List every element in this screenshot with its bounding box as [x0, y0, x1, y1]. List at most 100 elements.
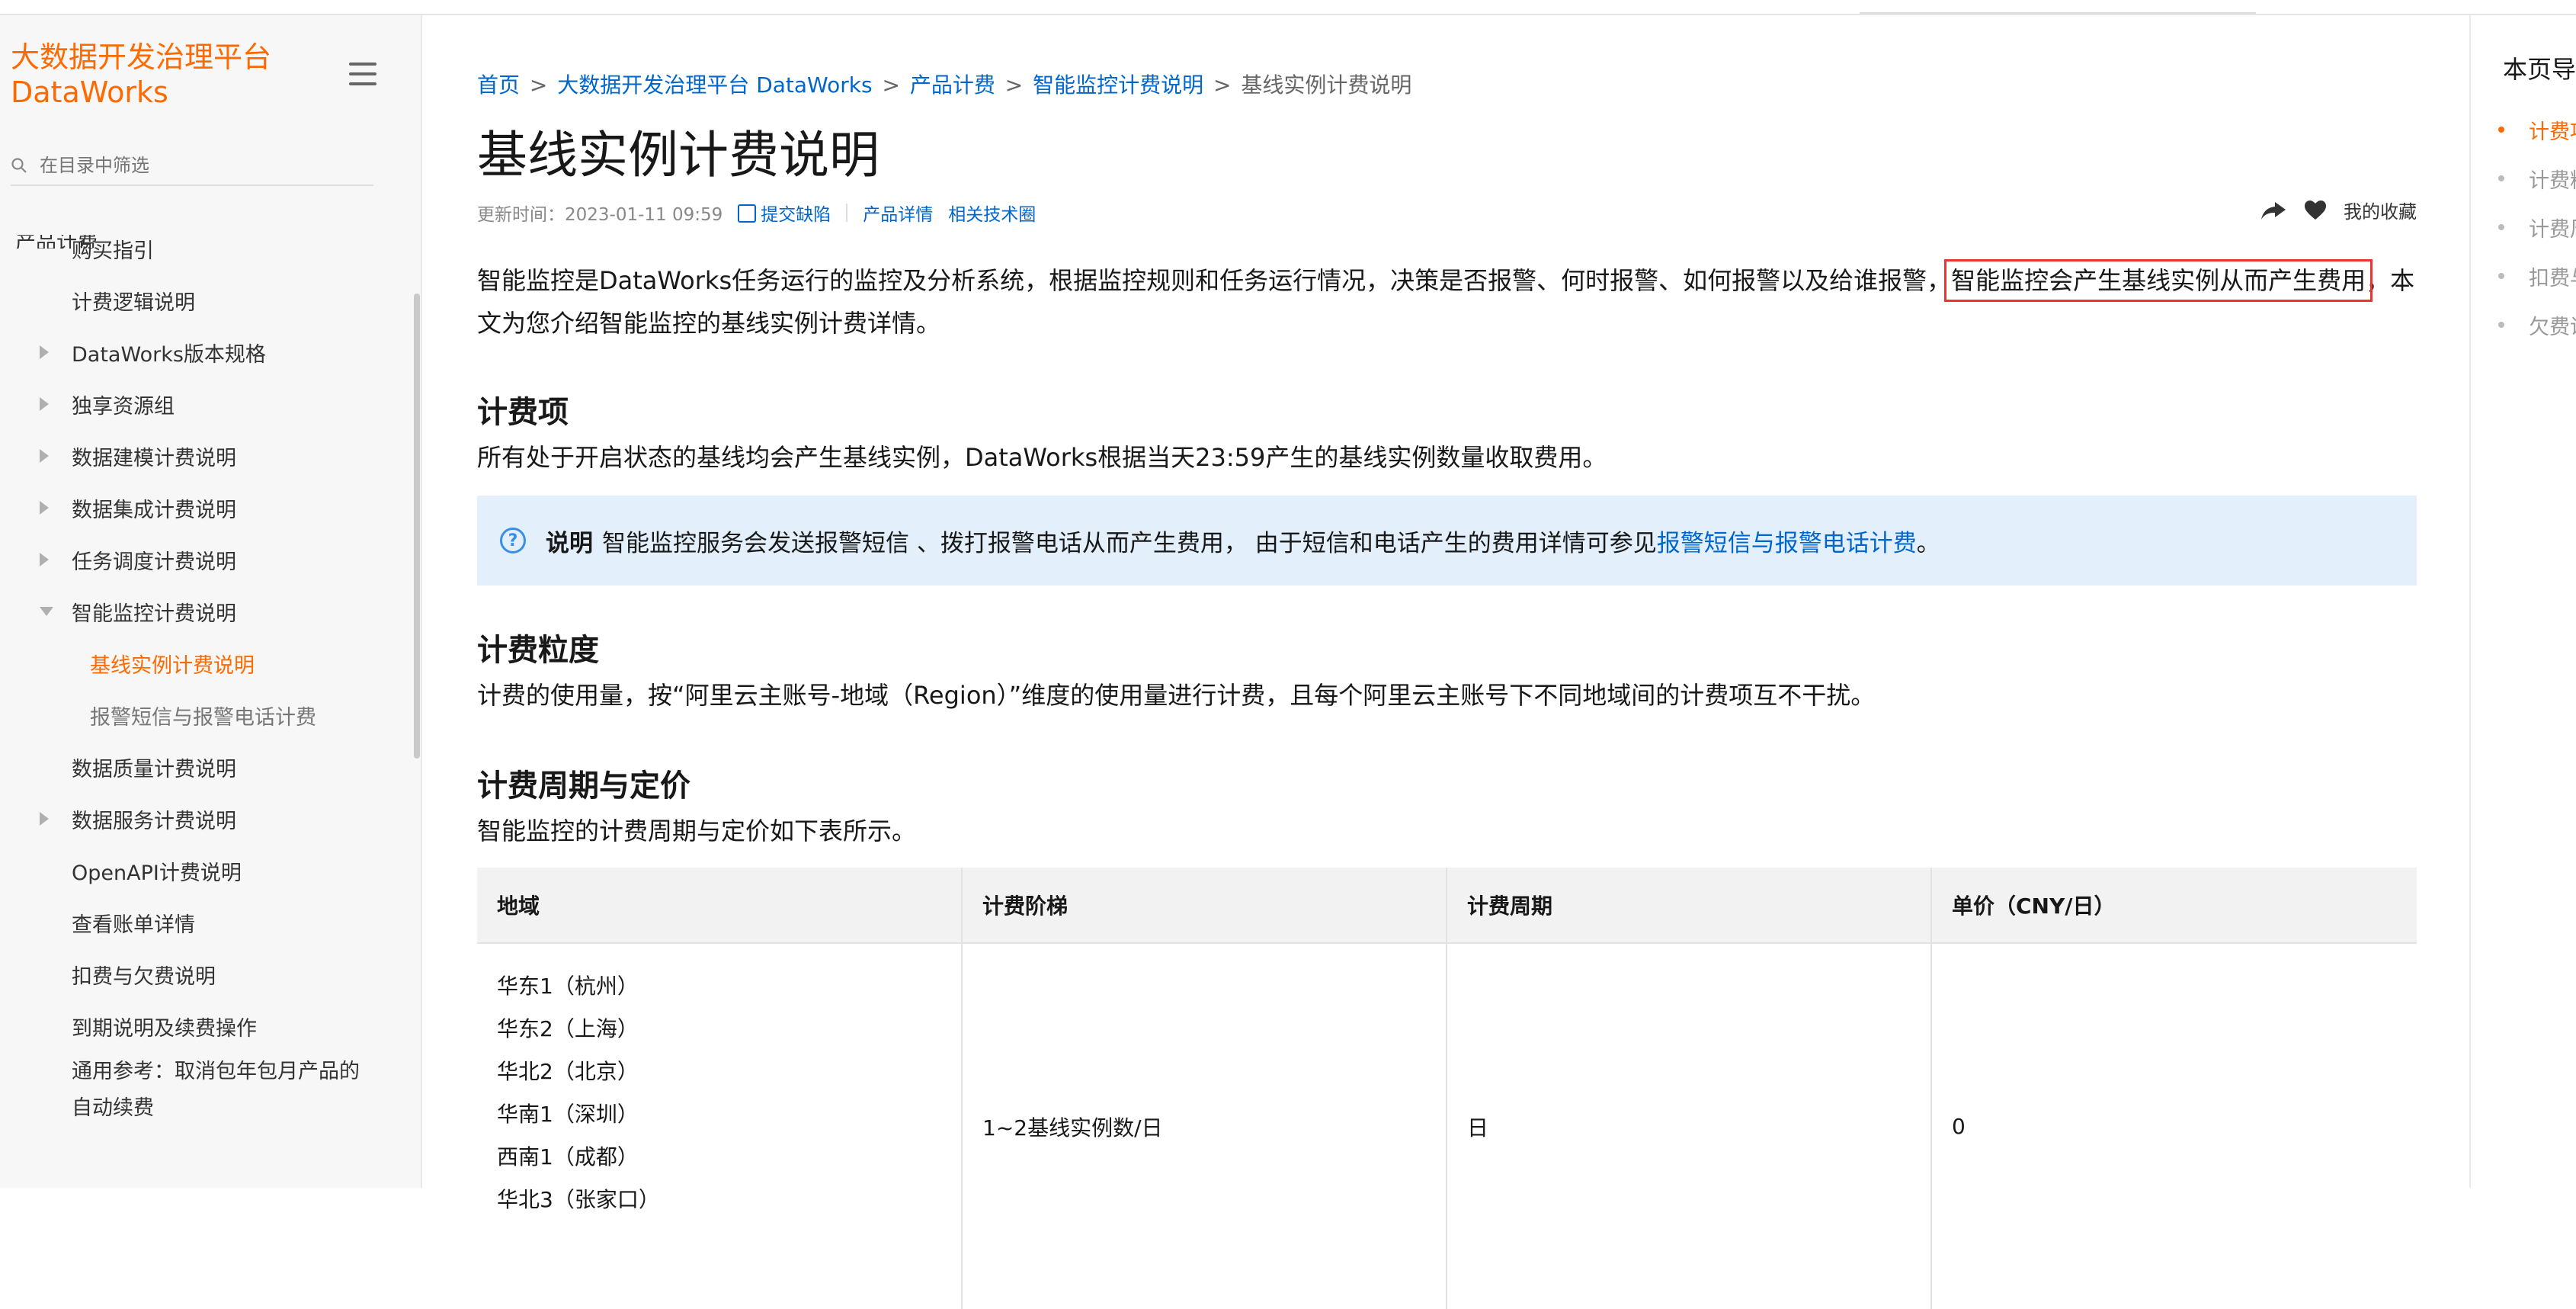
section-text-cycle-pricing: 智能监控的计费周期与定价如下表所示。 [477, 817, 917, 845]
toc-bullet [2498, 224, 2504, 230]
sidebar-item-label: 基线实例计费说明 [90, 653, 255, 678]
toc-item[interactable]: 计费周期与定价 [2498, 203, 2576, 252]
sidebar-item-purchase-guide[interactable]: 购买指引 [0, 223, 412, 274]
caret-right-icon[interactable] [40, 812, 49, 826]
page-toc: 本页导读 计费项 计费粒度 计费周期与定价 扣费与欠费 欠费说明 [2469, 15, 2576, 1188]
breadcrumb-home[interactable]: 首页 [477, 72, 520, 98]
breadcrumb-billing[interactable]: 产品计费 [910, 72, 995, 98]
page-title: 基线实例计费说明 [477, 126, 879, 184]
sidebar-item-label: 任务调度计费说明 [72, 550, 236, 574]
section-heading-granularity: 计费粒度 [477, 633, 599, 668]
toc-bullet [2498, 127, 2504, 133]
hamburger-menu-icon[interactable] [349, 63, 376, 85]
region-item: 华北3（张家口） [497, 1187, 660, 1212]
breadcrumb-monitoring-billing[interactable]: 智能监控计费说明 [1033, 72, 1203, 98]
breadcrumb-dataworks[interactable]: 大数据开发治理平台 DataWorks [557, 72, 872, 98]
sidebar-item-exclusive-resource[interactable]: 独享资源组 [0, 378, 412, 430]
share-icon[interactable] [2260, 199, 2287, 222]
sidebar-item-modeling-billing[interactable]: 数据建模计费说明 [0, 430, 412, 482]
search-icon [11, 158, 27, 173]
price-cell: 0 [1952, 1114, 1966, 1139]
note-box: ? 说明 智能监控服务会发送报警短信 、拨打报警电话从而产生费用， 由于短信和电… [477, 496, 2417, 586]
sidebar-item-label: OpenAPI计费说明 [72, 861, 242, 885]
region-item: 华南1（深圳） [497, 1102, 639, 1127]
sidebar-item-openapi-billing[interactable]: OpenAPI计费说明 [0, 845, 412, 897]
heart-icon[interactable] [2304, 200, 2327, 221]
sidebar: 大数据开发治理平台 DataWorks 产品计费 购买指引 计费逻辑说明 Dat… [0, 15, 422, 1188]
toc-item-label: 计费粒度 [2529, 168, 2576, 193]
toc-list: 计费项 计费粒度 计费周期与定价 扣费与欠费 欠费说明 [2498, 105, 2576, 349]
cycle-cell: 日 [1447, 943, 1932, 1309]
report-bug-link[interactable]: 提交缺陷 [738, 200, 831, 226]
sidebar-item-billing-logic[interactable]: 计费逻辑说明 [0, 274, 412, 326]
edit-icon [738, 204, 757, 223]
section-text-billing-item: 所有处于开启状态的基线均会产生基线实例，DataWorks根据当天23:59产生… [477, 443, 1607, 472]
sidebar-item-label: 通用参考：取消包年包月产品的自动续费 [72, 1060, 360, 1120]
table-row: 华东1（杭州） 华东2（上海） 华北2（北京） 华南1（深圳） 西南1（成都） … [477, 943, 2417, 1309]
sidebar-item-label: 智能监控计费说明 [72, 602, 236, 626]
sidebar-filter[interactable] [11, 146, 373, 186]
table-header-row: 地域 计费阶梯 计费周期 单价（CNY/日） [477, 868, 2417, 944]
sidebar-filter-input[interactable] [38, 154, 361, 177]
sidebar-item-label: 计费逻辑说明 [72, 290, 195, 315]
caret-right-icon[interactable] [40, 397, 49, 411]
sidebar-item-alert-sms-phone[interactable]: 报警短信与报警电话计费 [0, 689, 412, 741]
breadcrumb-separator: > [882, 72, 900, 98]
alert-sms-phone-link[interactable]: 报警短信与报警电话计费 [1657, 524, 1917, 558]
main-content: 首页 > 大数据开发治理平台 DataWorks > 产品计费 > 智能监控计费… [477, 0, 2417, 1309]
my-favorites-link[interactable]: 我的收藏 [2344, 197, 2417, 223]
region-item: 华东2（上海） [497, 1016, 639, 1041]
toc-bullet [2498, 322, 2504, 328]
sidebar-item-integration-billing[interactable]: 数据集成计费说明 [0, 482, 412, 534]
page-tools: 我的收藏 [2260, 197, 2417, 223]
toc-item-label: 欠费说明 [2529, 315, 2576, 339]
product-detail-link[interactable]: 产品详情 [863, 200, 933, 226]
sidebar-item-quality-billing[interactable]: 数据质量计费说明 [0, 741, 412, 793]
sidebar-item-label: 到期说明及续费操作 [72, 1016, 257, 1041]
toc-item-label: 计费周期与定价 [2529, 217, 2576, 242]
highlighted-text: 智能监控会产生基线实例从而产生费用 [1944, 259, 2373, 302]
sidebar-item-deduction-arrears[interactable]: 扣费与欠费说明 [0, 948, 412, 1000]
page-meta: 更新时间：2023-01-11 09:59 提交缺陷 产品详情 相关技术圈 [477, 200, 1036, 226]
sidebar-item-expiry-renewal[interactable]: 到期说明及续费操作 [0, 1000, 412, 1052]
column-header-region: 地域 [477, 868, 963, 944]
note-end: 。 [1916, 529, 1940, 557]
caret-right-icon[interactable] [40, 501, 49, 515]
sidebar-item-cancel-auto-renew[interactable]: 通用参考：取消包年包月产品的自动续费 [0, 1052, 412, 1128]
sidebar-item-label: 扣费与欠费说明 [72, 964, 216, 989]
sidebar-item-view-bills[interactable]: 查看账单详情 [0, 897, 412, 948]
caret-right-icon[interactable] [40, 553, 49, 566]
caret-right-icon[interactable] [40, 449, 49, 463]
sidebar-item-label: 数据建模计费说明 [72, 446, 236, 470]
caret-right-icon[interactable] [40, 345, 49, 359]
sidebar-item-baseline-instance[interactable]: 基线实例计费说明 [0, 637, 412, 689]
intro-text: 智能监控是DataWorks任务运行的监控及分析系统，根据监控规则和任务运行情况… [477, 266, 1952, 295]
breadcrumb-separator: > [1004, 72, 1024, 98]
sidebar-item-label: 数据质量计费说明 [72, 757, 236, 781]
toc-item[interactable]: 计费项 [2498, 105, 2576, 154]
caret-down-icon[interactable] [40, 607, 53, 616]
sidebar-item-monitoring-billing[interactable]: 智能监控计费说明 [0, 586, 412, 637]
tech-circle-link[interactable]: 相关技术圈 [948, 200, 1036, 226]
note-text: 智能监控服务会发送报警短信 、拨打报警电话从而产生费用， 由于短信和电话产生的费… [602, 529, 1657, 557]
toc-item[interactable]: 扣费与欠费 [2498, 252, 2576, 300]
section-heading-billing-item: 计费项 [477, 395, 569, 430]
meta-divider [846, 204, 848, 222]
column-header-tier: 计费阶梯 [962, 868, 1447, 944]
toc-item-label: 扣费与欠费 [2529, 266, 2576, 290]
section-heading-cycle-pricing: 计费周期与定价 [477, 768, 690, 804]
brand-line1: 大数据开发治理平台 [11, 40, 272, 74]
sidebar-item-editions[interactable]: DataWorks版本规格 [0, 326, 412, 378]
breadcrumb-separator: > [1213, 72, 1232, 98]
sidebar-scrollbar[interactable] [414, 294, 420, 759]
toc-item[interactable]: 计费粒度 [2498, 154, 2576, 203]
sidebar-item-label: 数据集成计费说明 [72, 498, 236, 522]
brand-title[interactable]: 大数据开发治理平台 DataWorks [11, 40, 271, 110]
sidebar-item-service-billing[interactable]: 数据服务计费说明 [0, 793, 412, 845]
toc-item[interactable]: 欠费说明 [2498, 300, 2576, 349]
column-header-price: 单价（CNY/日） [1931, 868, 2417, 944]
note-label: 说明 [546, 529, 593, 557]
sidebar-item-scheduling-billing[interactable]: 任务调度计费说明 [0, 534, 412, 586]
sidebar-item-label: 数据服务计费说明 [72, 809, 236, 833]
sidebar-item-label: DataWorks版本规格 [72, 342, 266, 367]
